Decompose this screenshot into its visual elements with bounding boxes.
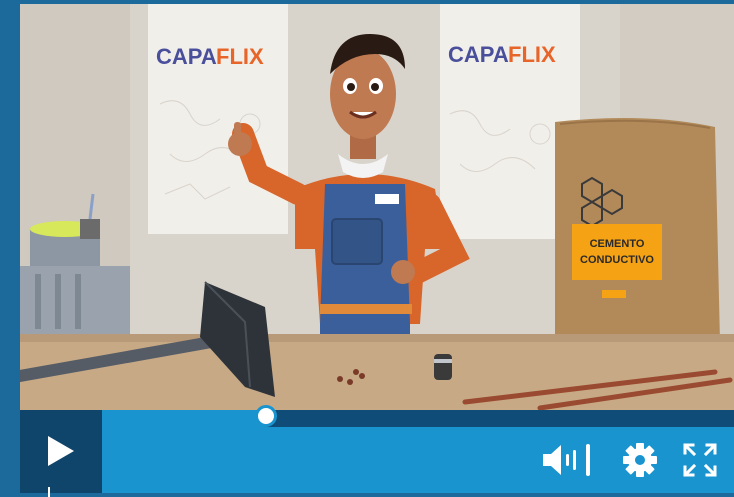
- play-button[interactable]: [20, 410, 102, 493]
- logo-right-a: CAPA: [448, 42, 509, 67]
- bag-label-line2: CONDUCTIVO: [580, 254, 654, 266]
- bottom-strip: [20, 493, 734, 497]
- gear-icon[interactable]: [622, 442, 658, 478]
- progress-bar[interactable]: [102, 405, 734, 427]
- video-frame[interactable]: CAPA FLIX CAPA FLIX CEMENTO CONDUCTIVO: [20, 4, 734, 410]
- bag-label-line1: CEMENTO: [590, 238, 645, 250]
- progress-fill: [102, 410, 267, 427]
- frame-left: [0, 0, 20, 497]
- fullscreen-icon[interactable]: [682, 442, 718, 478]
- logo-right-b: FLIX: [508, 42, 556, 67]
- cement-bag: CEMENTO CONDUCTIVO: [555, 118, 720, 346]
- logo-left-a: CAPA: [156, 44, 217, 69]
- progress-handle[interactable]: [255, 405, 278, 427]
- video-scene: CAPA FLIX CAPA FLIX CEMENTO CONDUCTIVO: [20, 4, 734, 410]
- volume-icon[interactable]: [541, 442, 597, 478]
- poster-left: CAPA FLIX: [148, 4, 288, 234]
- logo-left-b: FLIX: [216, 44, 264, 69]
- play-icon: [48, 436, 74, 466]
- cursor-tick: [48, 487, 50, 497]
- workbench: [20, 334, 734, 410]
- control-bar: [102, 427, 734, 493]
